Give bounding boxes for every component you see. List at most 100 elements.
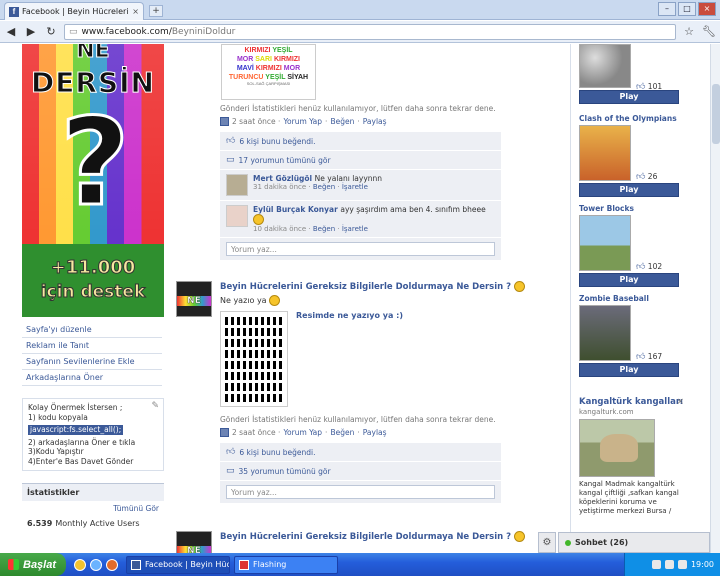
comment-input-row: Yorum yaz... <box>220 238 501 260</box>
start-button[interactable]: Başlat <box>0 553 66 576</box>
new-tab-button[interactable]: + <box>149 5 163 17</box>
page-profile-picture[interactable]: NE DERSİN ? +11.000 için destek <box>22 44 164 317</box>
likes-text[interactable]: 6 kişi bunu beğendi. <box>239 448 315 457</box>
comment-item: Eylül Burçak Konyar ayy şaşırdım ama ben… <box>220 201 501 238</box>
tray-icon[interactable] <box>651 560 661 569</box>
address-bar[interactable]: ▭ www.facebook.com/BeyniniDoldur <box>64 23 676 40</box>
ad-close-icon[interactable]: × <box>676 397 684 407</box>
page-avatar[interactable]: NE <box>176 531 212 553</box>
game-likes: 102 <box>647 262 663 271</box>
window-controls: – □ × <box>658 2 716 16</box>
likes-row: 👍︎ 6 kişi bunu beğendi. <box>220 132 501 151</box>
post-title[interactable]: Beyin Hücrelerini Gereksiz Bilgilerle Do… <box>220 282 511 292</box>
scrollbar-thumb[interactable] <box>712 84 720 144</box>
chat-tab[interactable]: Sohbet (26) <box>558 532 710 553</box>
game-likes: 167 <box>647 352 663 361</box>
color-word-row: KIRMIZI YEŞİL <box>244 47 293 54</box>
view-all-comments-row[interactable]: ▭ 35 yorumun tümünü gör <box>220 462 501 481</box>
note-code-snippet[interactable]: javascript:fs.select_all(); <box>28 425 124 435</box>
edit-page-link[interactable]: Sayfa'yı düzenle <box>22 322 162 338</box>
ad-image[interactable] <box>579 419 655 477</box>
post-status-text: Gönderi İstatistikleri henüz kullanılamı… <box>220 104 496 113</box>
media-quicklaunch-icon[interactable] <box>90 558 102 571</box>
forward-arrow-icon[interactable]: ▶ <box>24 25 38 39</box>
pencil-icon[interactable]: ✎ <box>151 401 159 412</box>
note-line: 3)Kodu Yapıştır <box>28 447 84 456</box>
minimize-button[interactable]: – <box>658 2 676 16</box>
browser-quicklaunch-icon[interactable] <box>74 558 86 571</box>
chat-options-icon[interactable]: ⚙ <box>538 532 556 553</box>
game-name[interactable]: Clash of the Olympians <box>579 114 684 123</box>
attachment-title[interactable]: Resimde ne yazıyo ya :) <box>296 311 403 407</box>
comment-author[interactable]: Eylül Burçak Konyar <box>253 205 338 214</box>
game-name[interactable]: Tower Blocks <box>579 204 684 213</box>
ad-title[interactable]: Kangaltürk kangalları <box>579 397 684 407</box>
likes-text[interactable]: 6 kişi bunu beğendi. <box>239 137 315 146</box>
game-thumbnail[interactable] <box>579 44 631 88</box>
share-link[interactable]: Paylaş <box>363 117 387 126</box>
maze-image[interactable] <box>220 311 288 407</box>
see-all-link[interactable]: Tümünü Gör <box>22 501 164 516</box>
color-word-row: MAVİ KIRMIZI MOR <box>236 65 301 72</box>
app-quicklaunch-icon[interactable] <box>106 558 118 571</box>
post-title[interactable]: Beyin Hücrelerini Gereksiz Bilgilerle Do… <box>220 532 511 542</box>
comment-text: ayy şaşırdım ama ben 4. sınıfım bheee <box>340 205 486 214</box>
add-to-favorites-link[interactable]: Sayfanın Sevilenlerine Ekle <box>22 354 162 370</box>
view-all-comments-link[interactable]: 17 yorumun tümünü gör <box>239 156 331 165</box>
comment-input[interactable]: Yorum yaz... <box>226 485 495 499</box>
advertise-link[interactable]: Reklam ile Tanıt <box>22 338 162 354</box>
taskbar-item-facebook[interactable]: Facebook | Beyin Hüc... <box>126 555 230 574</box>
comment-author[interactable]: Mert Gözlügöl <box>253 174 312 183</box>
stats-label: Monthly Active Users <box>55 519 140 528</box>
close-window-button[interactable]: × <box>698 2 716 16</box>
like-link[interactable]: Beğen <box>330 117 354 126</box>
page-scrollbar[interactable] <box>710 44 720 553</box>
avatar[interactable] <box>226 174 248 196</box>
poster-ne-text: NE <box>76 44 110 64</box>
game-thumbnail[interactable] <box>579 305 631 361</box>
tab-close-icon[interactable]: × <box>132 7 139 16</box>
post-status-text: Gönderi İstatistikleri henüz kullanılamı… <box>220 415 496 424</box>
game-thumbnail[interactable] <box>579 215 631 271</box>
view-all-comments-link[interactable]: 35 yorumun tümünü gör <box>239 467 331 476</box>
suggest-to-friends-link[interactable]: Arkadaşlarına Öner <box>22 370 162 386</box>
view-all-comments-row[interactable]: ▭ 17 yorumun tümünü gör <box>220 151 501 170</box>
comment-item: Mert Gözlügöl Ne yalanı layynnn 31 dakik… <box>220 170 501 201</box>
task-label: Flashing <box>253 560 287 569</box>
page-avatar[interactable]: NE <box>176 281 212 317</box>
wrench-icon[interactable]: 🔧︎ <box>702 25 716 39</box>
comment-link[interactable]: Yorum Yap <box>283 428 322 437</box>
play-button[interactable]: Play <box>579 183 679 197</box>
comment-link[interactable]: Yorum Yap <box>283 117 322 126</box>
browser-toolbar: ◀ ▶ ↻ ▭ www.facebook.com/BeyniniDoldur ☆… <box>0 21 720 43</box>
taskbar-item-flashing[interactable]: Flashing <box>234 555 338 574</box>
comment-flag-link[interactable]: İşaretle <box>342 225 368 233</box>
colors-image[interactable]: KIRMIZI YEŞİL MOR SARI KIRMIZI MAVİ KIRM… <box>221 44 316 100</box>
stats-value: 6.539 <box>27 519 53 528</box>
browser-tab[interactable]: f Facebook | Beyin Hücreleri... × <box>4 2 144 20</box>
avatar[interactable] <box>226 205 248 227</box>
post-body: Beyin Hücrelerini Gereksiz Bilgilerle Do… <box>220 531 526 542</box>
play-button[interactable]: Play <box>579 363 679 377</box>
reload-icon[interactable]: ↻ <box>44 25 58 39</box>
maximize-button[interactable]: □ <box>678 2 696 16</box>
comment-input[interactable]: Yorum yaz... <box>226 242 495 256</box>
page-links: Sayfa'yı düzenle Reklam ile Tanıt Sayfan… <box>22 322 162 386</box>
tray-icon[interactable] <box>664 560 674 569</box>
bookmark-star-icon[interactable]: ☆ <box>682 25 696 39</box>
share-link[interactable]: Paylaş <box>363 428 387 437</box>
comment-flag-link[interactable]: İşaretle <box>342 183 368 191</box>
game-thumbnail[interactable] <box>579 125 631 181</box>
url-path: BeyniniDoldur <box>171 26 236 37</box>
play-button[interactable]: Play <box>579 273 679 287</box>
back-arrow-icon[interactable]: ◀ <box>4 25 18 39</box>
facebook-favicon-icon: f <box>9 6 19 17</box>
comment-like-link[interactable]: Beğen <box>313 183 335 191</box>
info-note-box: ✎ Kolay Önermek İstersen ; 1) kodu kopya… <box>22 398 164 471</box>
tray-icon[interactable] <box>677 560 687 569</box>
comment-like-link[interactable]: Beğen <box>313 225 335 233</box>
play-button[interactable]: Play <box>579 90 679 104</box>
like-link[interactable]: Beğen <box>330 428 354 437</box>
game-name[interactable]: Zombie Baseball <box>579 294 684 303</box>
page-content: NE DERSİN ? +11.000 için destek Sayfa'yı… <box>0 44 710 553</box>
